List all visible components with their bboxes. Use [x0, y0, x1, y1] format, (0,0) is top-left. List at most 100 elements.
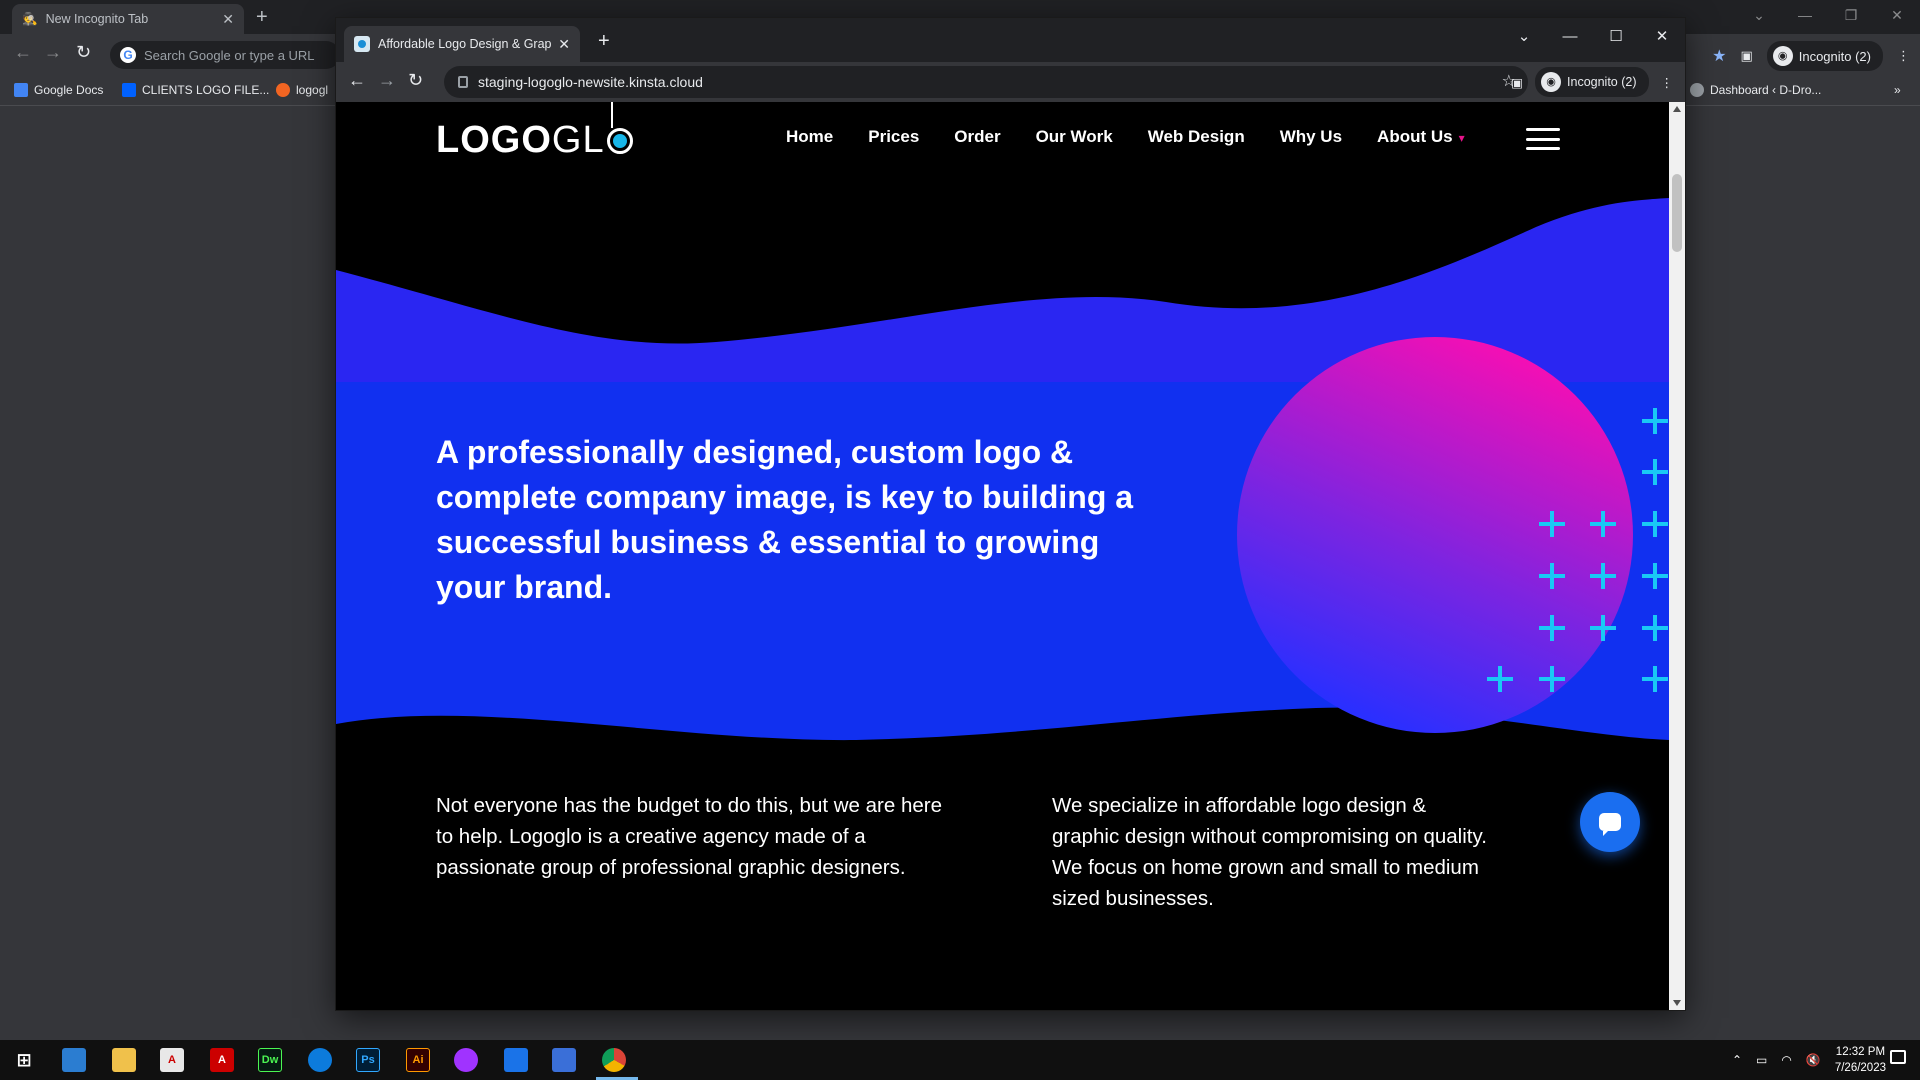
bookmark-label: CLIENTS LOGO FILE...	[142, 83, 270, 97]
bookmark-clients-logo[interactable]: CLIENTS LOGO FILE...	[122, 83, 269, 97]
lock-icon[interactable]	[458, 76, 468, 88]
bookmark-label: logogl	[296, 83, 329, 97]
new-tab-button[interactable]: +	[598, 30, 610, 53]
chrome-icon[interactable]	[602, 1048, 626, 1072]
nav-web-design[interactable]: Web Design	[1148, 127, 1245, 147]
nav-about-us[interactable]: About Us ▾	[1377, 127, 1465, 147]
chevron-down-icon: ▾	[1458, 131, 1465, 145]
acrobat-reader-icon[interactable]: A	[160, 1048, 184, 1072]
bookmark-google-docs[interactable]: Google Docs	[14, 83, 103, 97]
minimize-icon[interactable]: —	[1782, 0, 1828, 30]
tab-search-icon[interactable]: ⌄	[1501, 24, 1547, 50]
tab-strip: Affordable Logo Design & Graph ✕ + ⌄ — ☐…	[336, 18, 1685, 62]
back-icon[interactable]: ←	[348, 70, 366, 91]
outlook-icon[interactable]	[504, 1048, 528, 1072]
forward-icon[interactable]: →	[378, 70, 396, 91]
photoshop-icon[interactable]: Ps	[356, 1048, 380, 1072]
gradient-circle	[1237, 337, 1633, 733]
background-omnibox[interactable]: G Search Google or type a URL	[110, 41, 340, 69]
side-panel-icon[interactable]: ▣	[1511, 75, 1523, 90]
forward-icon[interactable]: →	[44, 42, 62, 63]
nav-prices[interactable]: Prices	[868, 127, 919, 147]
scroll-up-icon[interactable]	[1673, 106, 1681, 112]
dreamweaver-icon[interactable]: Dw	[258, 1048, 282, 1072]
active-tab[interactable]: Affordable Logo Design & Graph ✕	[344, 26, 580, 62]
side-panel-icon[interactable]: ▣	[1740, 48, 1752, 64]
windows-start-icon[interactable]: ⊞	[12, 1048, 36, 1072]
wifi-icon[interactable]: ◠	[1781, 1053, 1791, 1067]
window-controls: ⌄ — ☐ ✕	[1501, 24, 1685, 50]
explorer-icon[interactable]	[62, 1048, 86, 1072]
incognito-profile-button[interactable]: ◉ Incognito (2)	[1535, 67, 1649, 97]
bookmark-logoglo[interactable]: logogl	[276, 83, 328, 97]
clock-time: 12:32 PM	[1835, 1046, 1886, 1058]
maximize-icon[interactable]: ☐	[1593, 24, 1639, 50]
wordpress-icon	[1690, 83, 1704, 97]
main-navigation: Home Prices Order Our Work Web Design Wh…	[786, 127, 1465, 147]
acrobat-icon[interactable]: A	[210, 1048, 234, 1072]
background-right-tools: ★ ▣ ◉ Incognito (2) ⋮	[1712, 41, 1910, 71]
notification-icon[interactable]	[1890, 1050, 1906, 1064]
lightbulb-cord	[611, 102, 613, 128]
site-logo[interactable]: LOGO GL	[436, 102, 633, 161]
reload-icon[interactable]: ↻	[76, 42, 91, 63]
address-bar[interactable]: staging-logoglo-newsite.kinsta.cloud ☆	[444, 66, 1528, 98]
chat-widget-button[interactable]	[1580, 792, 1640, 852]
hamburger-line	[1526, 147, 1560, 150]
lightbulb-icon	[606, 128, 633, 154]
logo-text-bold: LOGO	[436, 118, 552, 161]
close-window-icon[interactable]: ✕	[1874, 0, 1920, 30]
nav-home[interactable]: Home	[786, 127, 833, 147]
battery-icon[interactable]: ▭	[1756, 1053, 1767, 1067]
page-scrollbar[interactable]	[1669, 102, 1685, 1010]
close-icon[interactable]: ✕	[222, 11, 234, 28]
incognito-profile-button[interactable]: ◉ Incognito (2)	[1766, 41, 1883, 71]
nav-why-us[interactable]: Why Us	[1280, 127, 1342, 147]
hamburger-line	[1526, 137, 1560, 141]
hamburger-menu-icon[interactable]	[1526, 128, 1560, 150]
edge-icon[interactable]	[308, 1048, 332, 1072]
file-manager-icon[interactable]	[112, 1048, 136, 1072]
tab-search-icon[interactable]: ⌄	[1736, 0, 1782, 30]
incognito-icon: ◉	[1772, 46, 1793, 66]
windows-taskbar: ⊞ A A Dw Ps Ai	[0, 1040, 1920, 1080]
scroll-down-icon[interactable]	[1673, 1000, 1681, 1006]
nav-our-work[interactable]: Our Work	[1036, 127, 1113, 147]
logoglo-icon	[276, 83, 290, 97]
omnibox-placeholder: Search Google or type a URL	[144, 47, 315, 63]
minimize-icon[interactable]: —	[1547, 24, 1593, 50]
google-icon: G	[120, 47, 136, 63]
background-tab[interactable]: 🕵 New Incognito Tab ✕	[12, 4, 244, 34]
restore-icon[interactable]: ❐	[1828, 0, 1874, 30]
nav-order[interactable]: Order	[954, 127, 1000, 147]
bookmark-dashboard[interactable]: Dashboard ‹ D-Dro...	[1690, 83, 1821, 97]
clock[interactable]: 12:32 PM 7/26/2023	[1835, 1044, 1886, 1076]
chevron-up-icon[interactable]: ⌃	[1732, 1053, 1742, 1067]
menu-dots-icon[interactable]: ⋮	[1661, 75, 1674, 90]
logoglo-page: LOGO GL Home Prices Order Our Work Web D…	[336, 102, 1669, 1010]
more-bookmarks-button[interactable]: »	[1894, 83, 1901, 97]
new-tab-button[interactable]: +	[256, 6, 268, 29]
close-window-icon[interactable]: ✕	[1639, 24, 1685, 50]
clock-date: 7/26/2023	[1834, 1062, 1886, 1074]
chat-bubble-icon	[1599, 813, 1621, 836]
incognito-label: Incognito (2)	[1567, 75, 1637, 89]
messenger-icon[interactable]	[454, 1048, 478, 1072]
reload-icon[interactable]: ↻	[408, 70, 423, 91]
bookmark-label: Google Docs	[34, 83, 104, 97]
bookmark-star-icon[interactable]: ★	[1712, 46, 1726, 66]
illustrator-icon[interactable]: Ai	[406, 1048, 430, 1072]
background-window-controls: ⌄ — ❐ ✕	[1736, 0, 1920, 30]
close-icon[interactable]: ✕	[558, 36, 570, 53]
menu-dots-icon[interactable]: ⋮	[1897, 48, 1910, 64]
foreground-browser-window: Affordable Logo Design & Graph ✕ + ⌄ — ☐…	[336, 18, 1685, 1010]
scrollbar-thumb[interactable]	[1672, 174, 1682, 252]
volume-muted-icon[interactable]: 🔇	[1806, 1053, 1821, 1067]
toolbar: ← → ↻ staging-logoglo-newsite.kinsta.clo…	[336, 62, 1685, 102]
dropbox-icon	[122, 83, 136, 97]
intro-paragraph-left: Not everyone has the budget to do this, …	[436, 794, 942, 879]
right-tools: ▣ ◉ Incognito (2) ⋮	[1511, 67, 1673, 97]
back-icon[interactable]: ←	[14, 42, 32, 63]
system-tray: ⌃ ▭ ◠ 🔇 12:32 PM 7/26/2023	[1732, 1042, 1886, 1078]
remote-app-icon[interactable]	[552, 1048, 576, 1072]
